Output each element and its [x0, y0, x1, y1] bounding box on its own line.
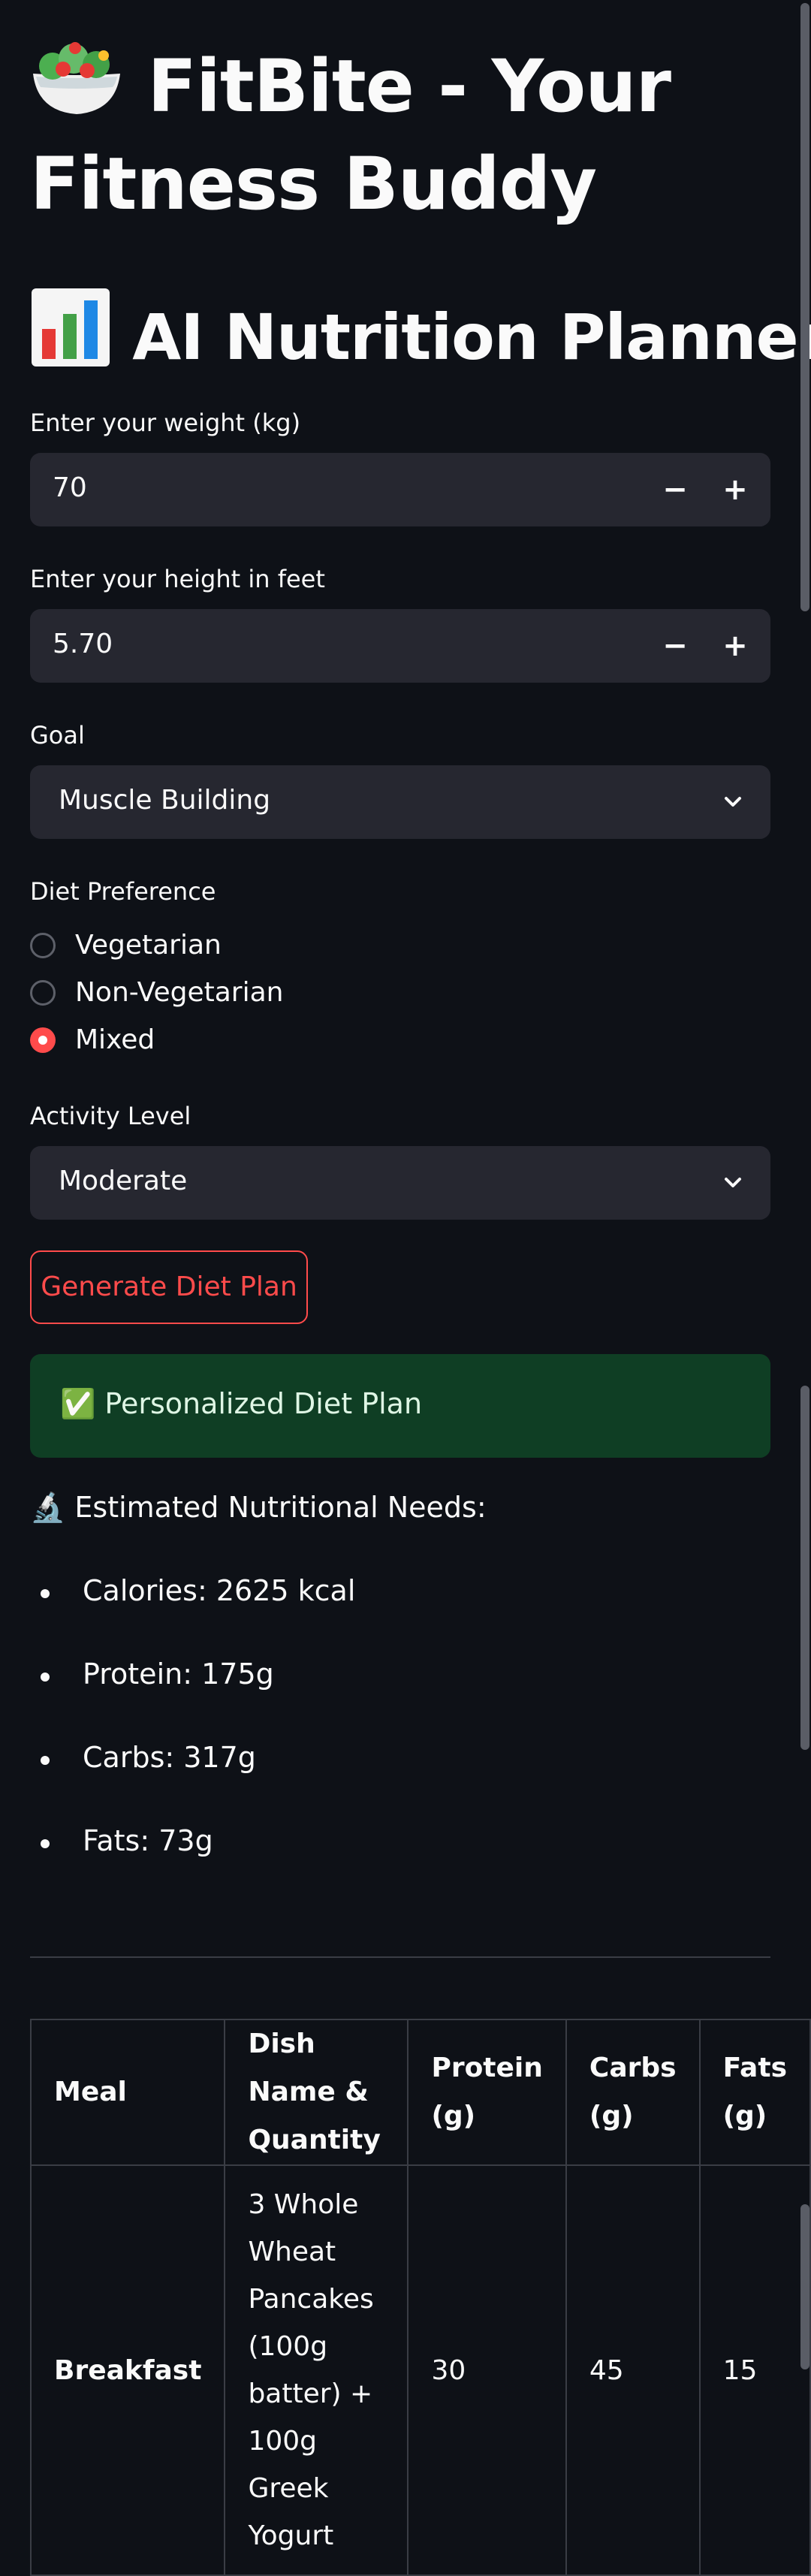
column-header: Fats (g) — [698, 2019, 811, 2166]
radio-label: Non-Vegetarian — [75, 977, 284, 1008]
activity-level-label: Activity Level — [30, 1102, 191, 1130]
nutritional-needs-title: 🔬 Estimated Nutritional Needs: — [30, 1491, 487, 1524]
success-alert: ✅ Personalized Diet Plan — [30, 1354, 770, 1458]
goal-value: Muscle Building — [59, 785, 271, 816]
table-cell: 3 Whole Wheat Pancakes (100g batter) + 1… — [224, 2164, 409, 2576]
radio-label: Mixed — [75, 1024, 155, 1055]
height-increment-button[interactable]: + — [709, 620, 761, 672]
salad-icon — [30, 42, 147, 128]
radio-label: Vegetarian — [75, 930, 222, 961]
success-text: ✅ Personalized Diet Plan — [60, 1387, 423, 1420]
bullet-icon — [41, 1589, 50, 1598]
table-cell: 45 — [565, 2164, 701, 2576]
section-title: AI Nutrition Planner — [30, 287, 811, 382]
scrollbar-thumb[interactable] — [800, 2204, 809, 2369]
chevron-down-icon — [719, 1169, 746, 1196]
divider — [30, 1956, 770, 1958]
bullet-icon — [41, 1839, 50, 1848]
height-decrement-button[interactable]: − — [649, 620, 701, 672]
goal-select[interactable]: Muscle Building — [30, 765, 770, 839]
height-input[interactable]: 5.70 − + — [30, 609, 770, 683]
height-value[interactable]: 5.70 — [53, 629, 113, 659]
bullet-icon — [41, 1756, 50, 1765]
column-header: Protein (g) — [407, 2019, 567, 2166]
weight-value[interactable]: 70 — [53, 472, 87, 503]
diet-plan-table: Meal Dish Name & Quantity Protein (g) Ca… — [29, 2019, 811, 2576]
column-header: Meal — [29, 2019, 226, 2166]
weight-increment-button[interactable]: + — [709, 463, 761, 516]
activity-level-value: Moderate — [59, 1166, 188, 1196]
goal-label: Goal — [30, 721, 85, 750]
scrollbar-thumb[interactable] — [800, 1386, 809, 1750]
table-header-row: Meal Dish Name & Quantity Protein (g) Ca… — [29, 2019, 811, 2166]
weight-label: Enter your weight (kg) — [30, 409, 301, 437]
weight-input[interactable]: 70 − + — [30, 453, 770, 526]
table-row: Breakfast 3 Whole Wheat Pancakes (100g b… — [29, 2164, 811, 2576]
scrollbar-thumb[interactable] — [800, 3, 809, 611]
table-cell: Breakfast — [29, 2164, 226, 2576]
bullet-icon — [41, 1673, 50, 1682]
bar-chart-icon — [30, 288, 132, 374]
activity-level-select[interactable]: Moderate — [30, 1146, 770, 1220]
page-title: FitBite - Your Fitness Buddy — [30, 38, 751, 233]
table-cell: 15 — [698, 2164, 811, 2576]
radio-circle-selected[interactable] — [30, 1027, 56, 1053]
column-header: Dish Name & Quantity — [224, 2019, 409, 2166]
table-cell: 30 — [407, 2164, 567, 2576]
weight-decrement-button[interactable]: − — [649, 463, 701, 516]
section-title-text: AI Nutrition Planner — [132, 300, 811, 374]
chevron-down-icon — [719, 788, 746, 815]
diet-preference-label: Diet Preference — [30, 877, 216, 906]
radio-circle[interactable] — [30, 933, 56, 958]
generate-diet-plan-button[interactable]: Generate Diet Plan — [30, 1250, 308, 1324]
height-label: Enter your height in feet — [30, 565, 325, 593]
radio-circle[interactable] — [30, 980, 56, 1006]
column-header: Carbs (g) — [565, 2019, 701, 2166]
